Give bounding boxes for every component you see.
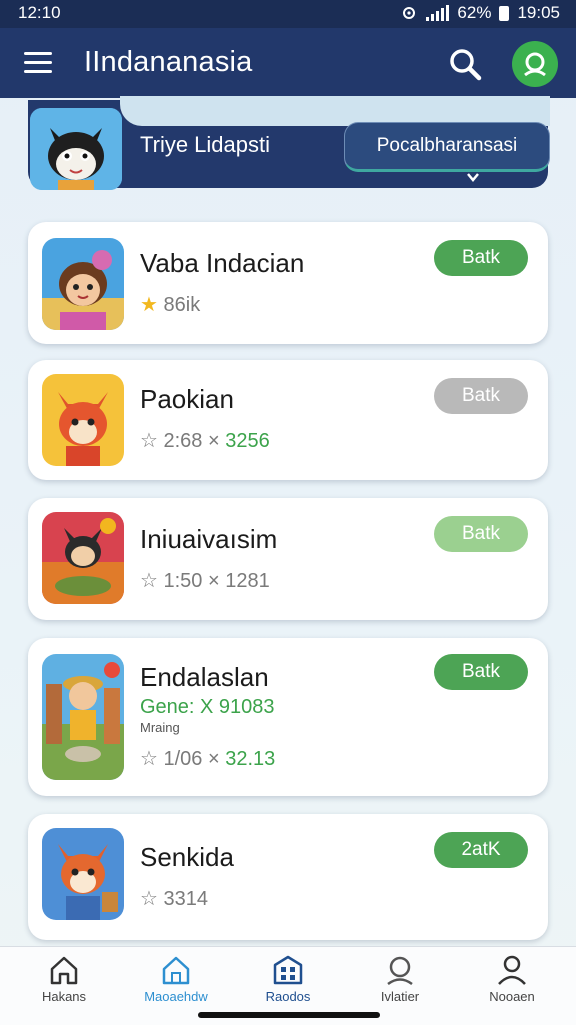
app-card[interactable]: Senkida ☆ 3314 2atK (28, 814, 548, 940)
person-icon (498, 955, 526, 985)
status-bar: 12:10 62% 19:05 (0, 0, 576, 28)
banner-text: Triye Lidapsti (140, 132, 271, 157)
app-icon (42, 374, 124, 466)
app-action-button[interactable]: Batk (434, 654, 528, 690)
app-genre: Gene: X 91083 (140, 696, 275, 718)
app-icon (42, 238, 124, 330)
chevron-down-icon (467, 173, 479, 182)
app-name: Vaba Indacian (140, 248, 305, 278)
app-action-button[interactable]: Batk (434, 516, 528, 552)
meta-text: ☆ 2:68 × (140, 430, 226, 452)
app-icon (42, 512, 124, 604)
battery-percent: 62% (457, 3, 492, 22)
app-card[interactable]: Vaba Indacian ★ 86ik Batk (28, 222, 548, 344)
app-action-button[interactable]: Batk (434, 378, 528, 414)
app-meta: ☆ 1/06 × 32.13 (140, 746, 275, 771)
nav-item-home[interactable]: Hakans (14, 953, 114, 1013)
nav-label: Raodos (265, 989, 311, 1004)
app-name: Senkida (140, 842, 234, 872)
app-meta: ☆ 1:50 × 1281 (140, 570, 270, 592)
promo-banner: Triye Lidapsti Pocalbharansasi (28, 96, 550, 190)
app-card[interactable]: Endalaslan Gene: X 91083 Mraing ☆ 1/06 ×… (28, 638, 548, 796)
app-card[interactable]: Paokian ☆ 2:68 × 3256 Batk (28, 360, 548, 480)
app-meta: ☆ 2:68 × 3256 (140, 428, 270, 453)
app-name: Endalaslan (140, 662, 269, 692)
rating-value: 86ik (163, 294, 201, 316)
app-name: Iniuaivaısim (140, 524, 278, 554)
nav-label: Hakans (41, 989, 87, 1004)
search-icon[interactable] (446, 45, 486, 85)
home-indicator[interactable] (198, 1012, 380, 1018)
home-icon (50, 956, 78, 985)
app-title: IIndananasia (84, 46, 253, 78)
status-time: 12:10 (18, 3, 61, 22)
app-icon (42, 828, 124, 920)
app-meta: ☆ 3314 (140, 888, 208, 910)
nav-item-grid[interactable]: Raodos (238, 953, 338, 1013)
signal-icon (426, 5, 450, 21)
hamburger-menu-icon[interactable] (24, 52, 52, 74)
app-icon (42, 654, 124, 780)
app-card[interactable]: Iniuaivaısim ☆ 1:50 × 1281 Batk (28, 498, 548, 620)
app-action-button[interactable]: 2atK (434, 832, 528, 868)
home-outline-icon (162, 956, 190, 985)
profile-button[interactable] (512, 41, 558, 87)
app-action-button[interactable]: Batk (434, 240, 528, 276)
app-bar: IIndananasia (0, 28, 576, 98)
battery-icon (499, 5, 510, 21)
profile-icon (524, 52, 546, 77)
status-clock: 19:05 (517, 3, 560, 22)
meta-highlight: 3256 (225, 430, 270, 452)
app-name: Paokian (140, 384, 234, 414)
nav-label: Ivlatier (380, 989, 420, 1004)
banner-avatar (30, 108, 122, 190)
grid-icon (273, 955, 303, 985)
status-right: 62% 19:05 (400, 3, 560, 23)
meta-highlight: 32.13 (225, 748, 276, 770)
nav-label: Nooaen (489, 989, 535, 1004)
app-rating: ★ 86ik (140, 292, 200, 317)
nav-item-profile[interactable]: Nooaen (462, 953, 562, 1013)
nav-label: Maoaehdw (144, 989, 208, 1004)
app-subtitle: Mraing (140, 720, 180, 735)
nav-item-discover[interactable]: Maoaehdw (126, 953, 226, 1013)
meta-text: ☆ 1/06 × (140, 748, 226, 770)
search-person-icon (387, 956, 413, 986)
star-icon: ★ (140, 294, 158, 316)
settings-status-icon (403, 7, 416, 19)
banner-action-button[interactable]: Pocalbharansasi (344, 122, 550, 172)
nav-item-search[interactable]: Ivlatier (350, 953, 450, 1013)
